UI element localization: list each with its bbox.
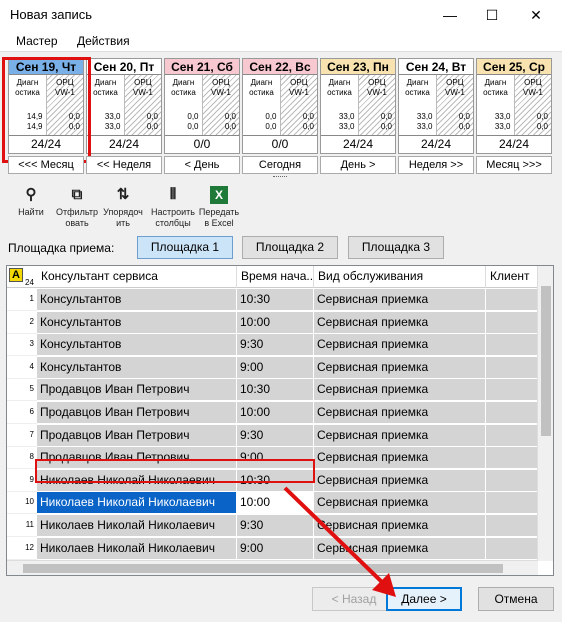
annotation-arrow <box>283 486 396 597</box>
